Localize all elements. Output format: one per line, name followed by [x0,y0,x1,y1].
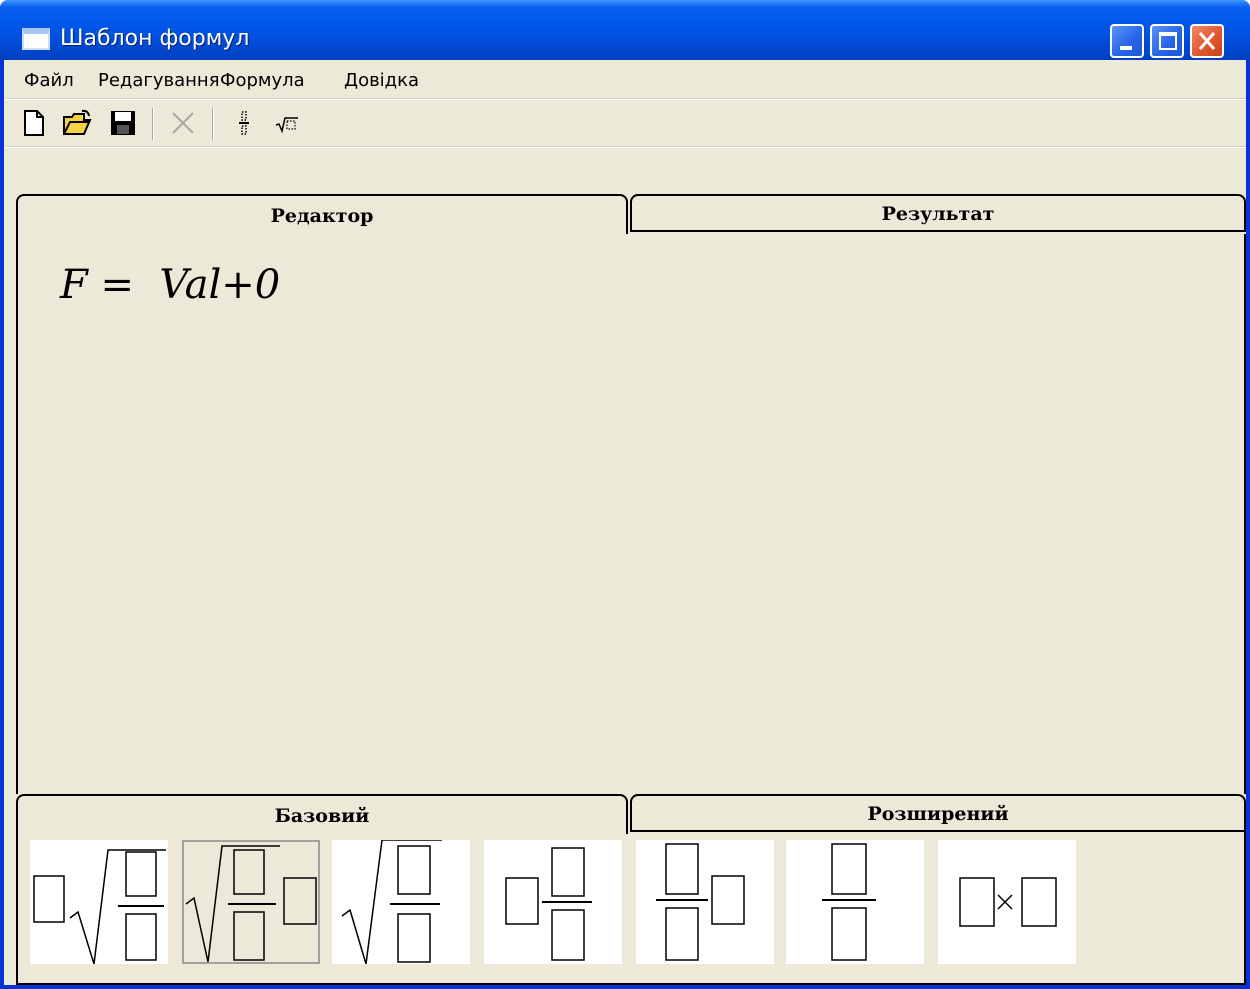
formula-text[interactable]: F = Val+0 [60,262,280,308]
template-box-fraction[interactable] [484,840,622,964]
menu-separator [4,98,1246,100]
fraction-icon[interactable] [230,108,260,138]
tab-result[interactable]: Результат [630,194,1246,232]
minimize-button[interactable] [1110,24,1144,58]
toolbar [4,102,1246,142]
template-fraction[interactable] [786,840,924,964]
tab-basic[interactable]: Базовий [16,794,628,834]
menu-file[interactable]: Файл [24,70,74,91]
menu-formula[interactable]: Формула [220,70,305,91]
maximize-button[interactable] [1150,24,1184,58]
app-window: Шаблон формул Файл Редагування Формула Д… [0,0,1250,989]
templates-panel [16,832,1246,985]
template-nth-root-fraction[interactable] [30,840,168,964]
window-title: Шаблон формул [60,26,250,51]
menu-edit[interactable]: Редагування [98,70,220,91]
window-icon [22,28,50,50]
sqrt-icon[interactable] [272,108,302,138]
template-sqrt-fraction[interactable] [332,840,470,964]
template-sqrt-fraction-box[interactable] [182,840,320,964]
menu-bar: Файл Редагування Формула Довідка [4,66,1246,94]
tab-extended[interactable]: Розширений [630,794,1246,832]
tab-editor[interactable]: Редактор [16,194,628,234]
toolbar-divider [4,146,1246,148]
open-folder-icon[interactable] [62,108,92,138]
save-disk-icon[interactable] [108,108,138,138]
editor-panel[interactable]: F = Val+0 [16,234,1246,794]
title-bar[interactable]: Шаблон формул [0,0,1250,60]
close-button[interactable] [1190,24,1224,58]
template-box-times-box[interactable] [938,840,1076,964]
toolbar-separator [212,108,214,140]
toolbar-separator [152,108,154,140]
delete-x-icon[interactable] [168,108,198,138]
menu-help[interactable]: Довідка [344,70,419,91]
client-area: Файл Редагування Формула Довідка Редакто… [4,60,1246,985]
close-icon [1198,32,1216,50]
template-fraction-box[interactable] [636,840,774,964]
new-file-icon[interactable] [20,108,50,138]
